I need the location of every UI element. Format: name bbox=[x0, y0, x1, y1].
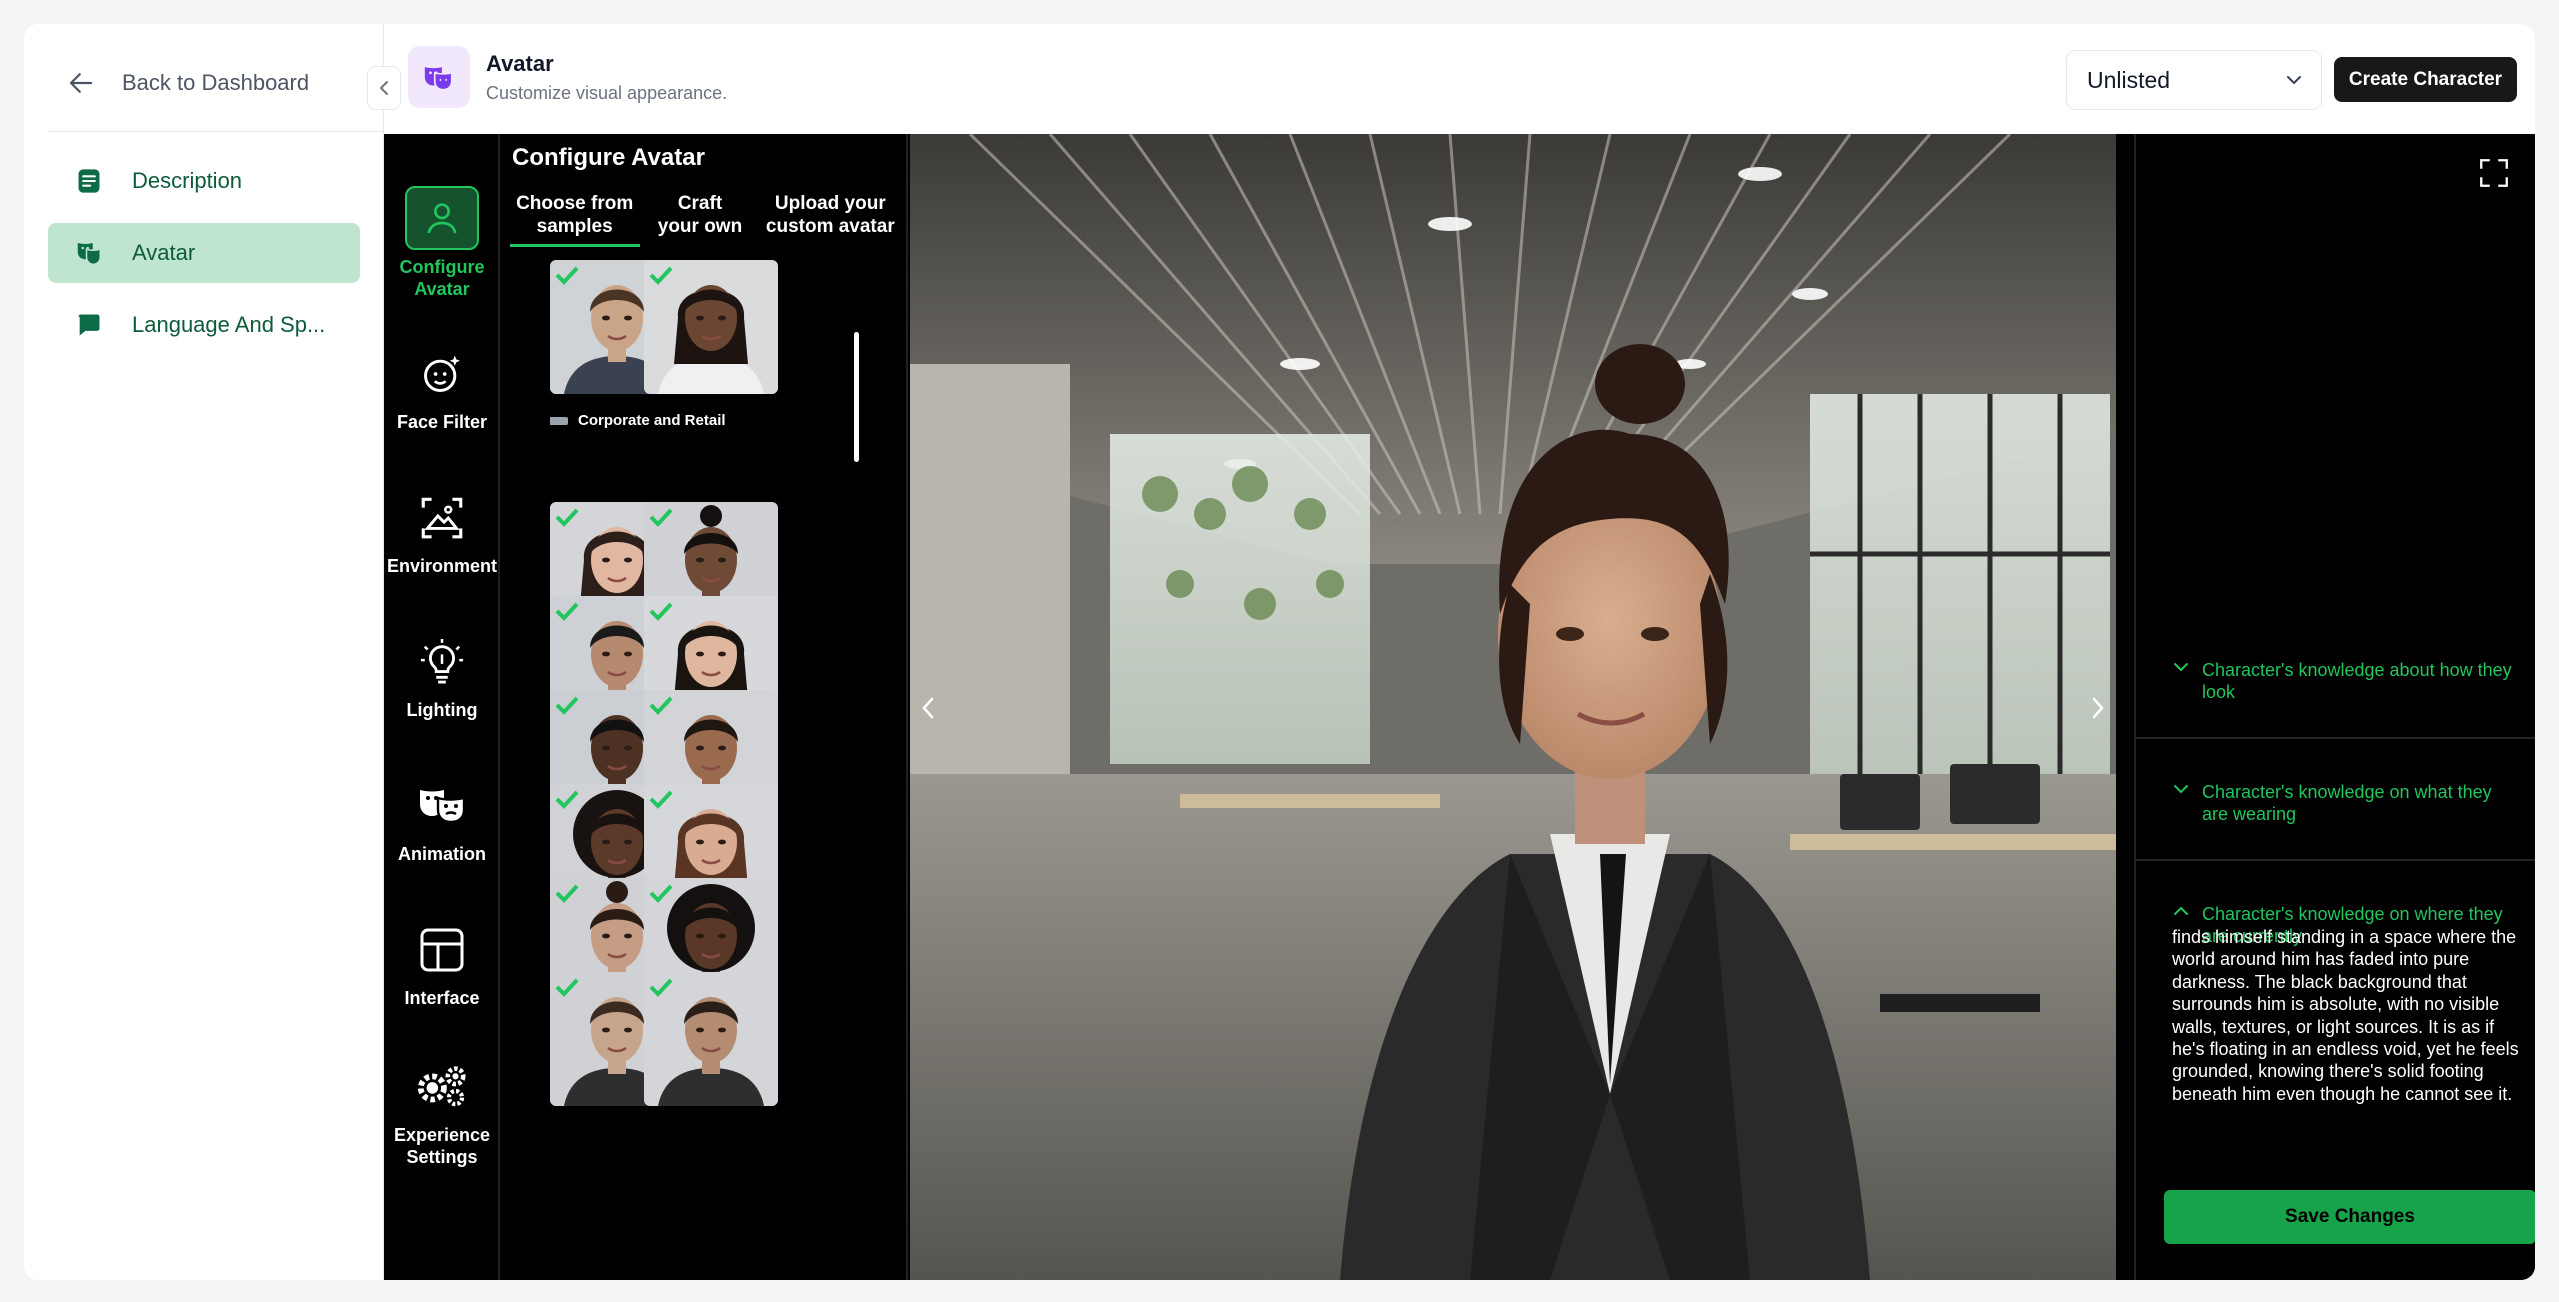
tool-face-filter[interactable]: Face Filter bbox=[384, 342, 500, 433]
checkmark-icon bbox=[555, 696, 579, 715]
checkmark-icon bbox=[555, 790, 579, 809]
lightbulb-icon bbox=[405, 630, 479, 694]
sidebar-item-language[interactable]: Language And Sp... bbox=[48, 295, 360, 355]
checkmark-icon bbox=[649, 696, 673, 715]
sidebar-item-label: Language And Sp... bbox=[132, 312, 326, 337]
fullscreen-icon[interactable] bbox=[2477, 156, 2511, 190]
layout-icon bbox=[405, 918, 479, 982]
previous-arrow[interactable] bbox=[910, 690, 946, 726]
chevron-right-icon bbox=[2092, 697, 2104, 719]
tool-label: Face Filter bbox=[396, 412, 488, 432]
tool-animation[interactable]: Animation bbox=[384, 774, 500, 865]
page-subtitle: Customize visual appearance. bbox=[486, 83, 728, 103]
chevron-left-icon bbox=[922, 697, 934, 719]
tool-lighting[interactable]: Lighting bbox=[384, 630, 500, 721]
back-to-dashboard-link[interactable]: Back to Dashboard bbox=[66, 60, 309, 106]
theater-mask-icon bbox=[74, 238, 104, 268]
landscape-icon bbox=[405, 486, 479, 550]
chevron-left-icon bbox=[379, 81, 388, 95]
sidebar-item-description[interactable]: Description bbox=[48, 151, 360, 211]
tab-upload-custom-avatar[interactable]: Upload your custom avatar bbox=[760, 192, 900, 247]
tool-label: Environment bbox=[386, 556, 497, 576]
configure-avatar-panel: Configure Avatar Choose from samples Cra… bbox=[502, 134, 908, 1280]
avatar-editor: Configure Avatar Face Filter Environment… bbox=[384, 134, 2535, 1280]
tool-label: Lighting bbox=[406, 700, 478, 720]
document-icon bbox=[74, 166, 104, 196]
tool-environment[interactable]: Environment bbox=[384, 486, 500, 577]
tool-experience-settings[interactable]: Experience Settings bbox=[384, 1054, 500, 1168]
accordion-header-appearance[interactable]: Character's knowledge about how they loo… bbox=[2172, 659, 2512, 703]
checkmark-icon bbox=[555, 602, 579, 621]
arrow-left-icon bbox=[69, 73, 93, 93]
checkmark-icon bbox=[649, 602, 673, 621]
app-window: Back to Dashboard Description Avatar Lan… bbox=[24, 24, 2535, 1280]
visibility-value: Unlisted bbox=[2087, 66, 2171, 93]
accordion-appearance: Character's knowledge about how they loo… bbox=[2136, 617, 2535, 739]
checkmark-icon bbox=[555, 266, 579, 285]
gears-icon bbox=[405, 1054, 479, 1118]
next-arrow[interactable] bbox=[2080, 690, 2116, 726]
chevron-up-icon bbox=[2174, 906, 2188, 915]
tool-label: Animation bbox=[398, 844, 486, 864]
checkmark-icon bbox=[649, 884, 673, 903]
office-scene-image bbox=[910, 134, 2116, 1280]
category-name: Corporate and Retail bbox=[578, 412, 726, 429]
sidebar-divider bbox=[48, 131, 383, 132]
tool-interface[interactable]: Interface bbox=[384, 918, 500, 1009]
accordion-title: Character's knowledge about how they loo… bbox=[2202, 660, 2512, 702]
avatar-sample-grid: Corporate and Retail bbox=[550, 260, 860, 1280]
sidebar-item-label: Description bbox=[132, 168, 243, 193]
chevron-down-icon bbox=[2287, 76, 2301, 85]
collapse-sidebar-button[interactable] bbox=[367, 66, 401, 110]
checkmark-icon bbox=[555, 978, 579, 997]
face-sparkle-icon bbox=[405, 342, 479, 406]
location-description-text[interactable]: finds himself standing in a space where … bbox=[2172, 926, 2526, 1105]
scrollbar-thumb[interactable] bbox=[854, 332, 859, 462]
tool-label: Configure Avatar bbox=[399, 257, 485, 299]
theater-mask-icon bbox=[405, 774, 479, 838]
checkmark-icon bbox=[649, 978, 673, 997]
tool-rail: Configure Avatar Face Filter Environment… bbox=[384, 134, 500, 1280]
checkmark-icon bbox=[649, 266, 673, 285]
tab-craft-your-own[interactable]: Craft your own bbox=[655, 192, 745, 247]
category-label: Corporate and Retail bbox=[550, 412, 726, 429]
accordion-title: Character's knowledge on what they are w… bbox=[2202, 782, 2492, 824]
tool-label: Interface bbox=[404, 988, 480, 1008]
back-label: Back to Dashboard bbox=[122, 70, 310, 95]
avatar-sample-thumbnail[interactable] bbox=[644, 972, 778, 1106]
checkmark-icon bbox=[555, 508, 579, 527]
save-changes-button[interactable]: Save Changes bbox=[2164, 1190, 2535, 1244]
avatar-sample-thumbnail[interactable] bbox=[644, 260, 778, 394]
visibility-select[interactable]: Unlisted bbox=[2066, 50, 2322, 110]
page-header: Avatar Customize visual appearance. Unli… bbox=[384, 24, 2535, 134]
sidebar-item-avatar[interactable]: Avatar bbox=[48, 223, 360, 283]
avatar-preview bbox=[910, 134, 2116, 1280]
checkmark-icon bbox=[649, 508, 673, 527]
theater-mask-icon bbox=[408, 46, 470, 108]
accordion-clothing: Character's knowledge on what they are w… bbox=[2136, 739, 2535, 861]
tool-label: Experience Settings bbox=[393, 1125, 491, 1167]
category-marker bbox=[550, 416, 568, 425]
panel-title: Configure Avatar bbox=[512, 144, 705, 171]
chat-bubble-icon bbox=[74, 310, 104, 340]
checkmark-icon bbox=[555, 884, 579, 903]
page-title: Avatar bbox=[486, 51, 554, 76]
checkmark-icon bbox=[649, 790, 673, 809]
tab-choose-from-samples[interactable]: Choose from samples bbox=[509, 192, 640, 247]
create-character-button[interactable]: Create Character bbox=[2334, 57, 2517, 102]
character-knowledge-panel: Character's knowledge about how they loo… bbox=[2134, 134, 2535, 1280]
sidebar: Back to Dashboard Description Avatar Lan… bbox=[24, 24, 384, 1280]
chevron-down-icon bbox=[2174, 785, 2188, 794]
chevron-down-icon bbox=[2174, 663, 2188, 672]
person-icon bbox=[405, 186, 479, 250]
avatar-source-tabs: Choose from samples Craft your own Uploa… bbox=[502, 192, 908, 247]
accordion-header-clothing[interactable]: Character's knowledge on what they are w… bbox=[2172, 781, 2512, 825]
sidebar-item-label: Avatar bbox=[132, 240, 196, 265]
tool-configure-avatar[interactable]: Configure Avatar bbox=[384, 186, 500, 300]
